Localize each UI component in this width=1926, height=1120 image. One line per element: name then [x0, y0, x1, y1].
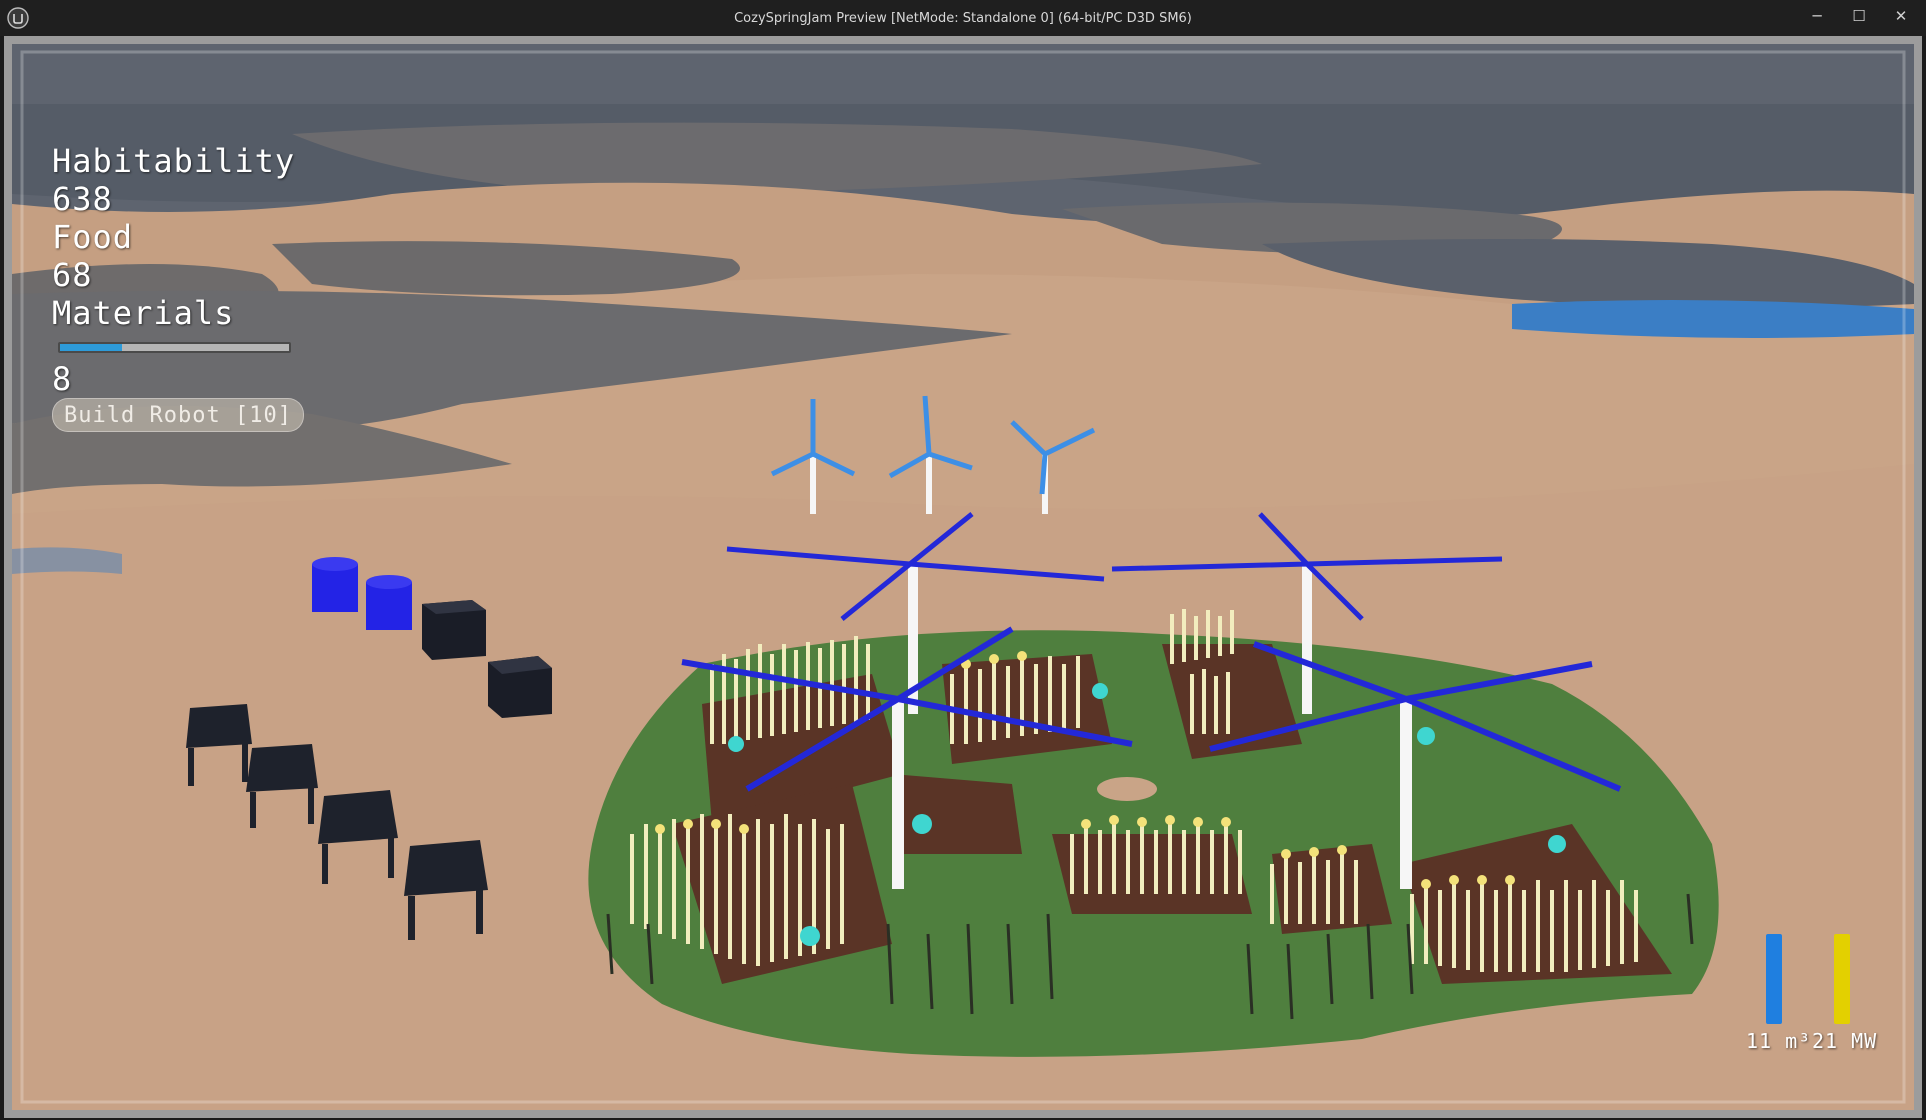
materials-progress-fill — [60, 344, 122, 351]
materials-label: Materials — [52, 294, 235, 332]
window-titlebar: CozySpringJam Preview [NetMode: Standalo… — [0, 0, 1926, 36]
food-value: 68 — [52, 256, 93, 294]
game-scene[interactable] — [12, 44, 1914, 1110]
materials-progress-bar — [58, 342, 291, 353]
water-gauge-label: 11 m³ — [1746, 1029, 1812, 1053]
power-gauge — [1834, 912, 1850, 1024]
power-gauge-label: 21 MW — [1812, 1029, 1878, 1053]
food-label: Food — [52, 218, 134, 256]
materials-value: 8 — [52, 360, 73, 398]
game-viewport[interactable]: Habitability 638 Food 68 Materials 8 Bui… — [12, 44, 1914, 1110]
close-button[interactable]: ✕ — [1880, 0, 1922, 32]
maximize-button[interactable]: ☐ — [1838, 0, 1880, 32]
build-robot-button[interactable]: Build Robot [10] — [52, 398, 304, 432]
viewport-frame: Habitability 638 Food 68 Materials 8 Bui… — [4, 36, 1922, 1118]
minimize-button[interactable]: ─ — [1796, 0, 1838, 32]
window-title: CozySpringJam Preview [NetMode: Standalo… — [734, 11, 1192, 26]
habitability-value: 638 — [52, 180, 113, 218]
power-gauge-fill — [1834, 934, 1850, 1024]
water-gauge-fill — [1766, 934, 1782, 1024]
water-gauge — [1766, 912, 1782, 1024]
habitability-label: Habitability — [52, 142, 296, 180]
